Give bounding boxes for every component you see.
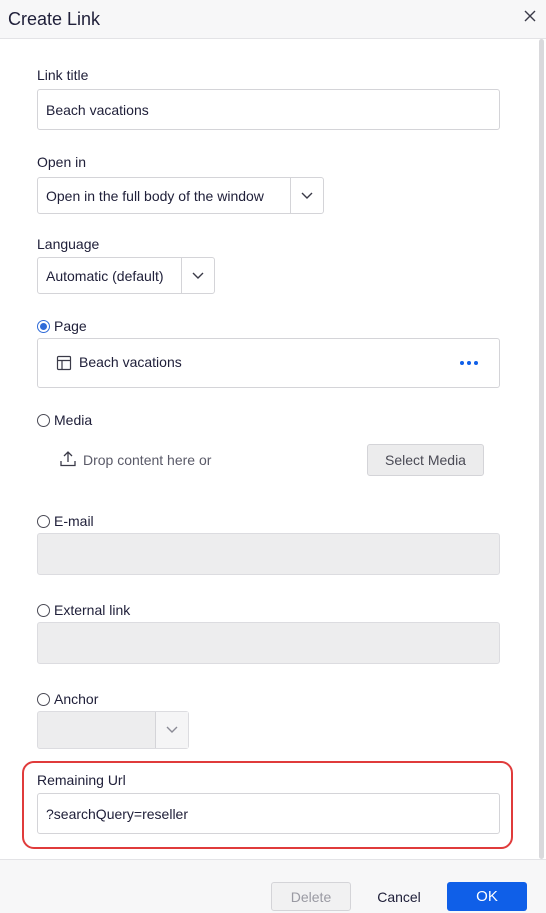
email-field[interactable] (37, 533, 500, 575)
dialog-title: Create Link (8, 9, 101, 29)
dialog-footer: Delete Cancel OK (0, 859, 546, 913)
link-title-input[interactable]: Beach vacations (37, 89, 500, 130)
page-picker[interactable]: Beach vacations (37, 338, 500, 388)
select-media-button[interactable]: Select Media (367, 444, 484, 476)
close-icon[interactable] (520, 6, 540, 26)
delete-button[interactable]: Delete (271, 882, 351, 911)
scrollbar[interactable] (539, 39, 544, 859)
anchor-radio-option[interactable]: Anchor (37, 691, 98, 707)
chevron-down-icon[interactable] (155, 712, 188, 748)
external-link-field[interactable] (37, 622, 500, 664)
external-link-radio[interactable] (37, 603, 50, 617)
media-radio[interactable] (37, 413, 50, 427)
ok-button[interactable]: OK (447, 882, 527, 911)
external-link-radio-option[interactable]: External link (37, 602, 130, 618)
selected-page-name: Beach vacations (79, 354, 182, 370)
remaining-url-label: Remaining Url (37, 772, 126, 788)
media-drop-zone[interactable]: Drop content here or (60, 450, 211, 470)
chevron-down-icon[interactable] (290, 178, 323, 213)
upload-icon (60, 450, 76, 470)
open-in-value: Open in the full body of the window (46, 187, 264, 204)
page-layout-icon (56, 355, 72, 371)
language-label: Language (37, 236, 100, 252)
email-radio[interactable] (37, 514, 50, 528)
anchor-radio-label: Anchor (54, 691, 99, 707)
open-in-select[interactable]: Open in the full body of the window (37, 177, 324, 214)
dialog-header: Create Link (0, 0, 546, 39)
media-radio-label: Media (54, 412, 93, 428)
remaining-url-input[interactable]: ?searchQuery=reseller (37, 793, 500, 834)
page-radio-option[interactable]: Page (37, 318, 87, 334)
chevron-down-icon[interactable] (181, 258, 214, 293)
link-title-label: Link title (37, 67, 89, 83)
open-in-label: Open in (37, 154, 87, 170)
anchor-radio[interactable] (37, 692, 50, 706)
email-radio-label: E-mail (54, 513, 94, 529)
language-value: Automatic (default) (46, 267, 164, 284)
email-radio-option[interactable]: E-mail (37, 513, 94, 529)
anchor-select[interactable] (37, 711, 189, 749)
language-select[interactable]: Automatic (default) (37, 257, 215, 294)
create-link-dialog: Create Link Link title Beach vacations O… (0, 0, 546, 913)
media-radio-option[interactable]: Media (37, 412, 92, 428)
ellipsis-icon[interactable] (458, 352, 480, 374)
page-radio-label: Page (54, 318, 87, 334)
drop-text: Drop content here or (83, 452, 212, 468)
external-link-radio-label: External link (54, 602, 131, 618)
page-radio[interactable] (37, 319, 50, 333)
cancel-button[interactable]: Cancel (366, 882, 432, 911)
